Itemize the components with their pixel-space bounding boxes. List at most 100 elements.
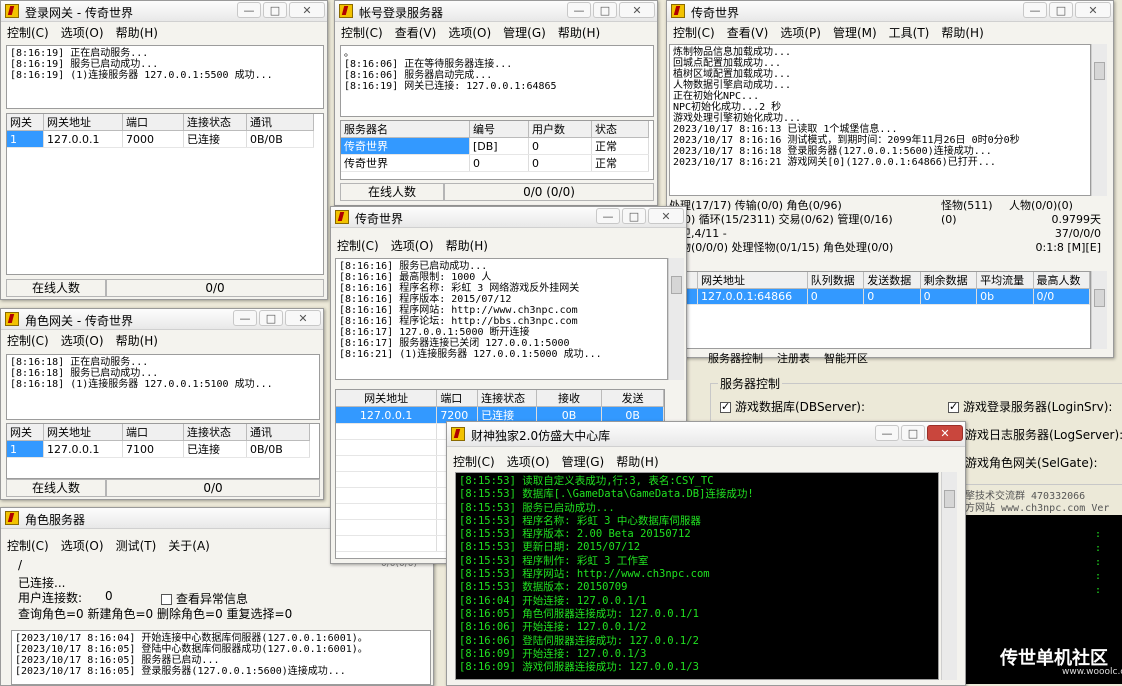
tab-smart-open[interactable]: 智能开区 (824, 350, 868, 366)
minimize-button[interactable]: — (1023, 2, 1047, 18)
log-area[interactable]: [8:15:53] 读取自定义表成功,行:3, 表名:CSY_TC [8:15:… (455, 472, 939, 680)
minimize-button[interactable]: — (596, 208, 620, 224)
col-avg[interactable]: 平均流量 (976, 272, 1034, 289)
menu-control[interactable]: 控制(C) (7, 24, 49, 41)
col-max[interactable]: 最高人数 (1033, 272, 1090, 289)
menu-control[interactable]: 控制(C) (673, 24, 715, 41)
log-area[interactable]: [8:16:19] 正在启动服务... [8:16:19] 服务已启动成功...… (6, 45, 324, 109)
title-bar[interactable]: 帐号登录服务器 — □ ✕ (335, 1, 657, 22)
table-row[interactable]: 传奇世界 0 0 正常 (341, 154, 649, 172)
title-bar[interactable]: 登录网关 - 传奇世界 — □ ✕ (1, 1, 327, 22)
menu-control[interactable]: 控制(C) (453, 453, 495, 470)
col-gate[interactable]: 网关 (7, 114, 44, 131)
title-bar[interactable]: 传奇世界 — □ ✕ (331, 207, 686, 228)
title-bar[interactable]: 角色网关 - 传奇世界 — □ ✕ (1, 309, 323, 330)
col-send[interactable]: 发送 (601, 390, 664, 407)
menu-manage[interactable]: 管理(M) (833, 24, 877, 41)
col-address[interactable]: 网关地址 (43, 114, 123, 131)
close-button[interactable]: ✕ (619, 2, 655, 18)
table-row[interactable]: 1 127.0.0.1 7100 已连接 0B/0B (7, 440, 310, 458)
menu-help[interactable]: 帮助(H) (616, 453, 658, 470)
check-loginsrv[interactable]: 游戏登录服务器(LoginSrv): (948, 398, 1112, 415)
log-area[interactable]: [2023/10/17 8:16:04] 开始连接中心数据库伺服器(127.0.… (11, 630, 431, 685)
minimize-button[interactable]: — (875, 425, 899, 441)
col-traffic[interactable]: 通讯 (246, 114, 314, 131)
col-status[interactable]: 连接状态 (477, 390, 537, 407)
col-number[interactable]: 编号 (469, 121, 529, 138)
close-button[interactable]: ✕ (1075, 2, 1111, 18)
menu-options[interactable]: 选项(O) (507, 453, 550, 470)
checkbox[interactable] (948, 400, 959, 413)
col-port[interactable]: 端口 (436, 390, 479, 407)
menu-view[interactable]: 查看(V) (395, 24, 437, 41)
minimize-button[interactable]: — (237, 2, 261, 18)
menu-options[interactable]: 选项(O) (391, 237, 434, 254)
col-state[interactable]: 状态 (591, 121, 649, 138)
menu-help[interactable]: 帮助(H) (558, 24, 600, 41)
menu-control[interactable]: 控制(C) (7, 537, 49, 554)
close-button[interactable]: ✕ (927, 425, 963, 441)
maximize-button[interactable]: □ (263, 2, 287, 18)
close-button[interactable]: ✕ (648, 208, 684, 224)
menu-tools[interactable]: 工具(T) (889, 24, 930, 41)
maximize-button[interactable]: □ (622, 208, 646, 224)
log-area[interactable]: 。 [8:16:06] 正在等待服务器连接... [8:16:06] 服务器启动… (340, 45, 654, 117)
log-area[interactable]: 炼制物品信息加载成功... 回城点配置加载成功... 植树区域配置加载成功...… (669, 44, 1091, 196)
col-gate[interactable]: 网关 (7, 424, 44, 441)
col-server-name[interactable]: 服务器名 (341, 121, 470, 138)
col-recv[interactable]: 接收 (536, 390, 603, 407)
title-bar[interactable]: 财神独家2.0仿盛大中心库 — □ ✕ (447, 422, 965, 447)
menu-control[interactable]: 控制(C) (337, 237, 379, 254)
col-address[interactable]: 网关地址 (697, 272, 808, 289)
menu-about[interactable]: 关于(A) (168, 537, 210, 554)
table-row[interactable]: 1 127.0.0.1 7000 已连接 0B/0B (7, 130, 314, 148)
menu-help[interactable]: 帮助(H) (116, 332, 158, 349)
title-bar[interactable]: 传奇世界 — □ ✕ (667, 1, 1113, 22)
menu-help[interactable]: 帮助(H) (941, 24, 983, 41)
menu-manage[interactable]: 管理(G) (503, 24, 546, 41)
menu-control[interactable]: 控制(C) (341, 24, 383, 41)
menu-view[interactable]: 查看(V) (727, 24, 769, 41)
log-scrollbar[interactable] (668, 258, 684, 380)
col-address[interactable]: 网关地址 (336, 390, 438, 407)
col-status[interactable]: 连接状态 (183, 424, 247, 441)
menu-help[interactable]: 帮助(H) (116, 24, 158, 41)
checkbox[interactable] (161, 594, 172, 605)
minimize-button[interactable]: — (233, 310, 257, 326)
menu-test[interactable]: 测试(T) (116, 537, 157, 554)
tab-server-control[interactable]: 服务器控制 (708, 350, 763, 366)
col-remain[interactable]: 剩余数据 (920, 272, 978, 289)
close-button[interactable]: ✕ (285, 310, 321, 326)
maximize-button[interactable]: □ (901, 425, 925, 441)
close-button[interactable]: ✕ (289, 2, 325, 18)
col-traffic[interactable]: 通讯 (246, 424, 310, 441)
menu-control[interactable]: 控制(C) (7, 332, 49, 349)
menu-options[interactable]: 选项(O) (61, 537, 104, 554)
maximize-button[interactable]: □ (259, 310, 283, 326)
check-dbserver[interactable]: 游戏数据库(DBServer): (720, 398, 865, 415)
col-status[interactable]: 连接状态 (183, 114, 247, 131)
log-scrollbar[interactable] (941, 472, 957, 680)
col-address[interactable]: 网关地址 (43, 424, 123, 441)
col-port[interactable]: 端口 (122, 114, 184, 131)
col-send[interactable]: 发送数据 (863, 272, 921, 289)
col-users[interactable]: 用户数 (528, 121, 592, 138)
log-area[interactable]: [8:16:18] 正在启动服务... [8:16:18] 服务已启动成功...… (6, 354, 320, 420)
minimize-button[interactable]: — (567, 2, 591, 18)
maximize-button[interactable]: □ (1049, 2, 1073, 18)
log-scrollbar[interactable] (1091, 44, 1107, 196)
menu-options[interactable]: 选项(P) (780, 24, 821, 41)
log-area[interactable]: [8:16:16] 服务已启动成功... [8:16:16] 最高限制: 100… (335, 258, 668, 380)
checkbox[interactable] (720, 400, 731, 413)
menu-manage[interactable]: 管理(G) (562, 453, 605, 470)
col-port[interactable]: 端口 (122, 424, 184, 441)
maximize-button[interactable]: □ (593, 2, 617, 18)
col-queue[interactable]: 队列数据 (807, 272, 865, 289)
menu-options[interactable]: 选项(O) (448, 24, 491, 41)
menu-options[interactable]: 选项(O) (61, 24, 104, 41)
table-row[interactable]: 127.0.0.1:64866 0 0 0 0b 0/0 (670, 288, 1090, 305)
table-scrollbar[interactable] (1091, 271, 1107, 349)
menu-options[interactable]: 选项(O) (61, 332, 104, 349)
table-row[interactable]: 传奇世界 [DB] 0 正常 (341, 137, 649, 155)
tab-registry[interactable]: 注册表 (777, 350, 810, 366)
